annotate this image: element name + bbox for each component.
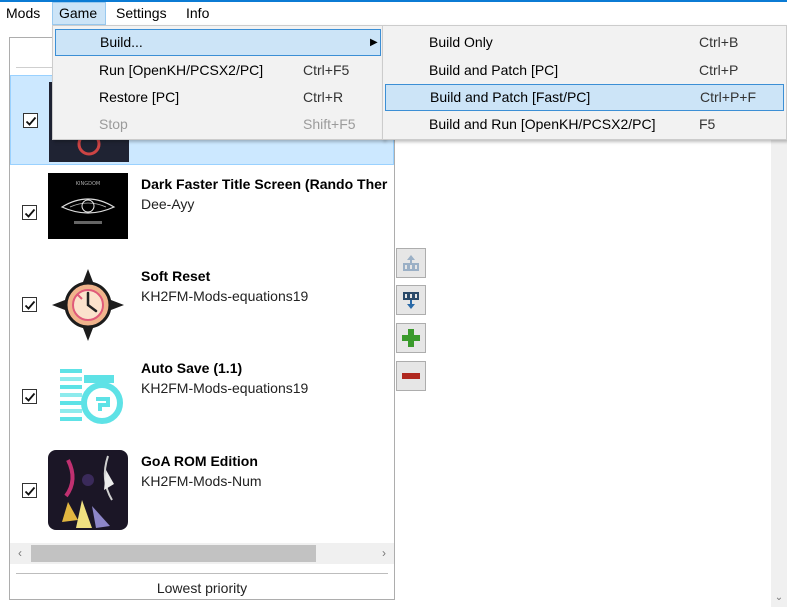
menu-mods[interactable]: Mods	[0, 2, 46, 25]
remove-button[interactable]	[396, 361, 426, 391]
mod-title: Soft Reset	[141, 268, 211, 284]
add-icon	[402, 329, 420, 347]
checkmark-icon	[24, 208, 36, 218]
add-button[interactable]	[396, 323, 426, 353]
submenu-item-build-and-patch-pc[interactable]: Build and Patch [PC] Ctrl+P	[385, 57, 784, 84]
checkmark-icon	[24, 486, 36, 496]
submenu-item-build-and-run[interactable]: Build and Run [OpenKH/PCSX2/PC] F5	[385, 111, 784, 138]
scroll-down-icon[interactable]: ⌄	[771, 592, 787, 603]
menu-item-label: Build...	[100, 34, 143, 50]
svg-text:KINGDOM: KINGDOM	[76, 181, 100, 187]
checkmark-icon	[24, 300, 36, 310]
checkmark-icon	[25, 116, 37, 126]
move-down-icon	[403, 292, 419, 309]
menu-item-label: Restore [PC]	[99, 89, 180, 105]
menu-item-shortcut: Ctrl+P+F	[700, 89, 757, 105]
menu-item-build[interactable]: Build... ▶	[55, 29, 381, 56]
menu-item-shortcut: Ctrl+F5	[303, 62, 350, 78]
lowest-priority-label: Lowest priority	[156, 580, 248, 596]
mod-thumbnail: KINGDOM	[48, 173, 128, 239]
menu-item-shortcut: Shift+F5	[303, 116, 356, 132]
mod-checkbox[interactable]	[22, 483, 37, 498]
mod-author: KH2FM-Mods-equations19	[141, 288, 309, 304]
menu-item-label: Stop	[99, 116, 128, 132]
auto-save-icon	[48, 357, 128, 437]
horizontal-scrollbar[interactable]: ‹ ›	[10, 543, 394, 564]
menu-item-label: Build Only	[429, 34, 493, 50]
mod-row[interactable]: GoA ROM Edition KH2FM-Mods-Num	[10, 443, 394, 533]
mod-title: Dark Faster Title Screen (Rando Ther	[141, 176, 388, 192]
menu-item-label: Build and Patch [Fast/PC]	[430, 89, 591, 105]
mod-checkbox[interactable]	[22, 205, 37, 220]
submenu-item-build-and-patch-fast[interactable]: Build and Patch [Fast/PC] Ctrl+P+F	[385, 84, 784, 111]
submenu-arrow-icon: ▶	[370, 37, 378, 48]
mod-row[interactable]: Soft Reset KH2FM-Mods-equations19	[10, 259, 394, 349]
menu-item-shortcut: Ctrl+B	[699, 34, 739, 50]
mod-thumbnail	[48, 450, 128, 530]
mod-checkbox[interactable]	[22, 297, 37, 312]
move-down-button[interactable]	[396, 285, 426, 315]
menu-item-label: Build and Patch [PC]	[429, 62, 559, 78]
mod-title: GoA ROM Edition	[141, 453, 258, 469]
menu-item-restore[interactable]: Restore [PC] Ctrl+R	[55, 84, 381, 111]
menu-item-stop: Stop Shift+F5	[55, 111, 381, 138]
bottom-divider	[16, 573, 388, 574]
scroll-left-icon[interactable]: ‹	[10, 543, 30, 564]
mod-row[interactable]: KINGDOM Dark Faster Title Screen (Rando …	[10, 167, 394, 257]
mod-checkbox[interactable]	[23, 113, 38, 128]
move-up-icon	[403, 255, 419, 271]
menu-item-shortcut: F5	[699, 116, 716, 132]
remove-icon	[402, 373, 420, 379]
mod-author: KH2FM-Mods-equations19	[141, 380, 309, 396]
build-submenu: Build Only Ctrl+B Build and Patch [PC] C…	[382, 25, 787, 140]
menu-item-label: Run [OpenKH/PCSX2/PC]	[99, 62, 264, 78]
mod-checkbox[interactable]	[22, 389, 37, 404]
menubar: Mods Game Settings Info	[0, 2, 787, 26]
menu-info[interactable]: Info	[180, 2, 215, 25]
menu-item-run[interactable]: Run [OpenKH/PCSX2/PC] Ctrl+F5	[55, 57, 381, 84]
mod-author: KH2FM-Mods-Num	[141, 473, 262, 489]
checkmark-icon	[24, 392, 36, 402]
menu-game[interactable]: Game	[52, 2, 106, 25]
mod-row[interactable]: Auto Save (1.1) KH2FM-Mods-equations19	[10, 351, 394, 441]
menu-item-shortcut: Ctrl+R	[303, 89, 344, 105]
submenu-item-build-only[interactable]: Build Only Ctrl+B	[385, 29, 784, 56]
move-up-button[interactable]	[396, 248, 426, 278]
menu-settings[interactable]: Settings	[110, 2, 173, 25]
game-menu-dropdown: Build... ▶ Run [OpenKH/PCSX2/PC] Ctrl+F5…	[52, 25, 384, 140]
mod-author: Dee-Ayy	[141, 196, 195, 212]
scroll-right-icon[interactable]: ›	[374, 543, 394, 564]
menu-item-shortcut: Ctrl+P	[699, 62, 739, 78]
scrollbar-thumb[interactable]	[31, 545, 316, 562]
mod-title: Auto Save (1.1)	[141, 360, 243, 376]
soft-reset-icon	[48, 265, 128, 345]
menu-item-label: Build and Run [OpenKH/PCSX2/PC]	[429, 116, 656, 132]
vertical-scrollbar[interactable]: ⌄	[771, 140, 787, 607]
